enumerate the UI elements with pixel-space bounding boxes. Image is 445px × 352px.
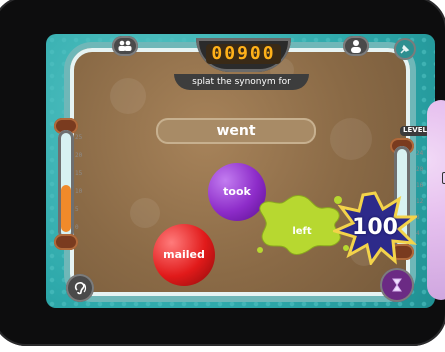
left-meter-tick: 20 (75, 152, 83, 159)
answer-ball-mailed[interactable]: mailed (153, 224, 215, 286)
left-meter-fill (61, 184, 71, 232)
score-display: 00900 (206, 44, 281, 64)
left-meter-tick: 0 (75, 224, 79, 231)
profile-button[interactable] (343, 36, 369, 56)
level-label: LEVEL (400, 126, 430, 136)
instruction-banner: splat the synonym for (174, 74, 309, 90)
bubble-decoration (110, 78, 146, 114)
hearing-icon (74, 282, 87, 295)
timer-button[interactable] (380, 268, 414, 302)
points-value: 100 (352, 215, 398, 240)
pin-button[interactable] (394, 38, 416, 60)
bubble-decoration (330, 118, 372, 160)
bubble-decoration (130, 198, 160, 228)
friends-button[interactable] (112, 36, 138, 56)
left-meter-tick: 10 (75, 188, 83, 195)
people-icon (118, 40, 132, 51)
left-meter-tick: 15 (75, 170, 83, 177)
left-progress-meter (58, 130, 74, 240)
left-meter-tick: 5 (75, 206, 79, 213)
answer-splat-left: left (292, 226, 312, 237)
left-meter-bottom-cap (54, 234, 78, 250)
left-meter-tick: 25 (75, 134, 83, 141)
game-screen: 00900 splat the synonym for went 25 20 1… (46, 34, 435, 308)
user-icon (351, 40, 361, 53)
decorative-purple-shape (427, 100, 445, 300)
target-word: went (156, 118, 316, 144)
hourglass-icon (392, 278, 402, 292)
pin-icon (400, 44, 410, 54)
listen-button[interactable] (66, 274, 94, 302)
